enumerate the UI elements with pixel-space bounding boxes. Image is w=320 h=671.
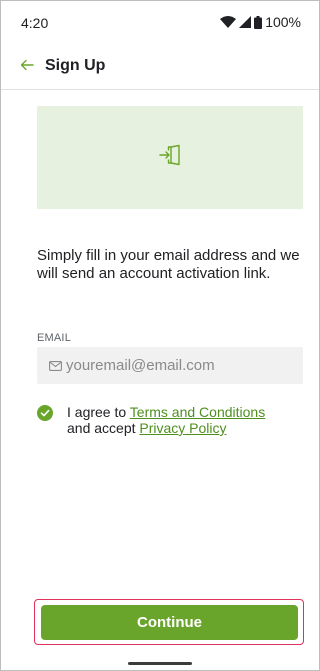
page-title: Sign Up: [45, 57, 106, 74]
back-button[interactable]: [13, 53, 41, 81]
app-bar: Sign Up: [1, 45, 319, 90]
agreement-row: I agree to Terms and Conditions and accep…: [37, 404, 312, 436]
sign-in-door-icon: [159, 144, 181, 171]
agreement-middle: and accept: [67, 420, 140, 436]
battery-percent: 100%: [265, 14, 301, 30]
privacy-link[interactable]: Privacy Policy: [139, 420, 226, 436]
status-icons: 100%: [220, 14, 301, 30]
wifi-icon: [220, 16, 237, 28]
phone-screen: 4:20 100% Sign Up Simply fill in your em…: [0, 0, 320, 671]
signal-icon: [239, 16, 252, 28]
check-circle-icon: [37, 405, 53, 421]
status-time: 4:20: [21, 15, 49, 31]
status-bar: 4:20 100%: [1, 1, 319, 45]
continue-button[interactable]: Continue: [41, 605, 298, 640]
battery-icon: [254, 15, 263, 29]
home-indicator[interactable]: [128, 662, 192, 665]
email-label: EMAIL: [37, 332, 72, 344]
agreement-prefix: I agree to: [67, 404, 130, 420]
agree-checkbox[interactable]: [37, 405, 53, 421]
terms-link[interactable]: Terms and Conditions: [130, 404, 265, 420]
agreement-text: I agree to Terms and Conditions and accep…: [67, 404, 265, 436]
email-field[interactable]: [37, 347, 303, 384]
mail-icon: [49, 360, 62, 371]
arrow-left-icon: [20, 58, 34, 76]
hero-banner: [37, 106, 303, 209]
intro-text: Simply fill in your email address and we…: [37, 247, 300, 282]
email-input[interactable]: [66, 357, 286, 374]
